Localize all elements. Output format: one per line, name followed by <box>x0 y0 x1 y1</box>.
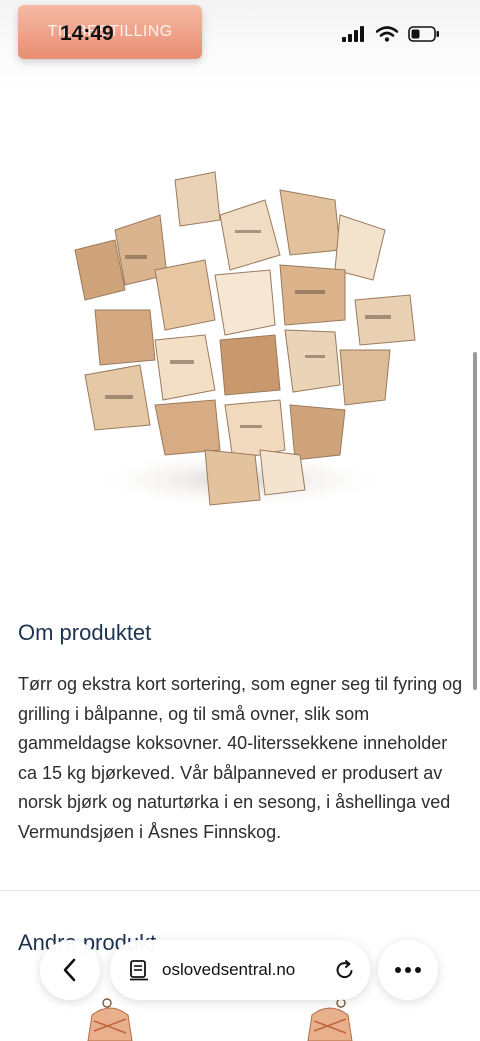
page-scrollbar[interactable] <box>473 352 477 690</box>
browser-toolbar: oslovedsentral.no <box>0 938 480 1002</box>
section-divider <box>0 890 480 891</box>
about-product-description: Tørr og ekstra kort sortering, som egner… <box>18 674 463 842</box>
about-product-heading: Om produktet <box>18 620 152 645</box>
battery-icon <box>408 26 439 42</box>
status-icons <box>342 26 440 42</box>
firewood-pile-image <box>74 171 416 510</box>
more-button[interactable] <box>378 940 438 1000</box>
back-chevron-icon <box>63 958 76 982</box>
url-text: oslovedsentral.no <box>162 960 296 979</box>
page-menu-icon[interactable] <box>128 959 150 981</box>
more-icon <box>395 967 421 973</box>
back-button[interactable] <box>40 940 100 1000</box>
cellular-signal-icon <box>342 26 364 42</box>
wifi-icon <box>376 26 398 42</box>
status-time: 14:49 <box>60 22 114 45</box>
reload-icon[interactable] <box>334 959 356 981</box>
address-bar[interactable]: oslovedsentral.no <box>110 940 370 1000</box>
